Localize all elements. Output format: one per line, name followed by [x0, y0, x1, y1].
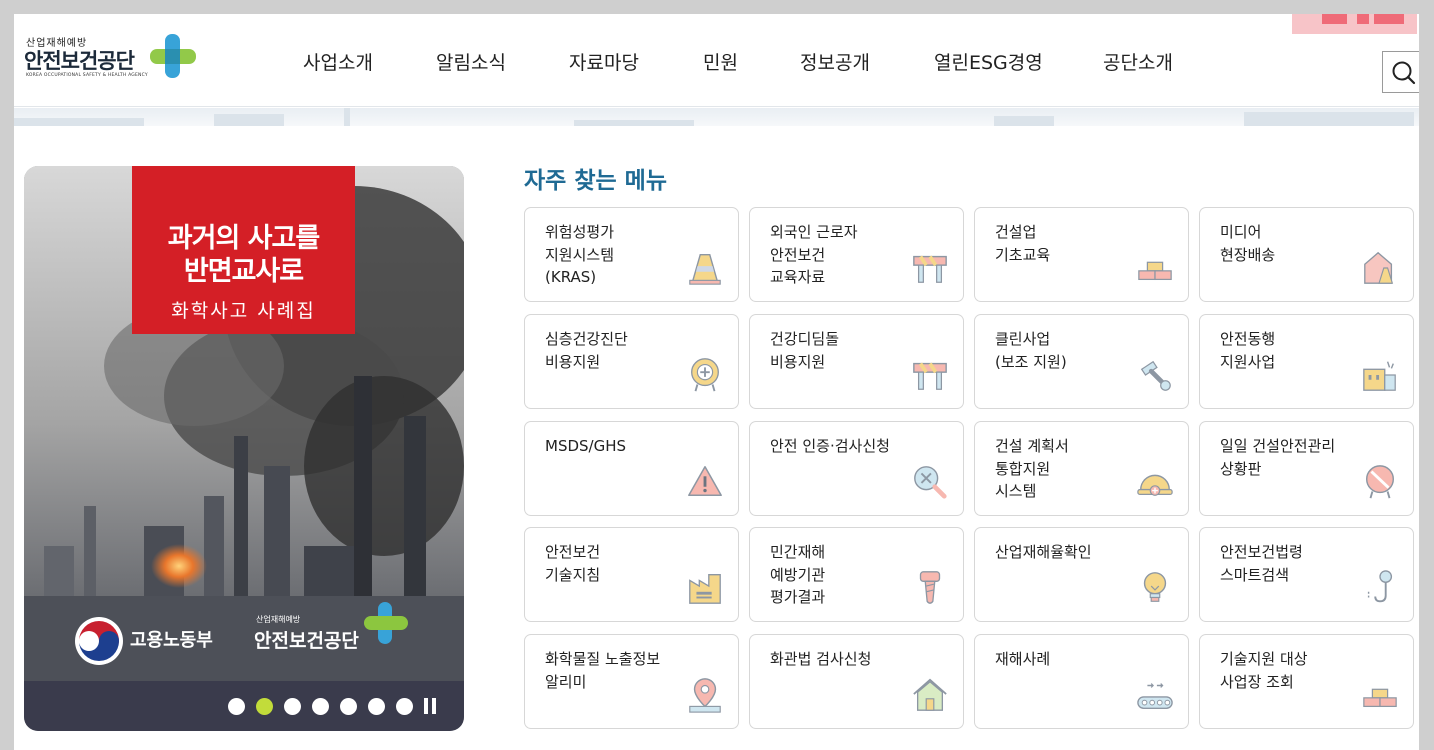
quick-menu-label: 건설 계획서 통합지원 시스템 — [995, 437, 1069, 500]
quick-menu-daily-construction[interactable]: 일일 건설안전관리 상황판 — [1199, 421, 1414, 516]
quick-menu-label: 일일 건설안전관리 상황판 — [1220, 437, 1336, 478]
helmet-icon — [1137, 474, 1173, 496]
nav-item-disclosure[interactable]: 정보공개 — [800, 48, 870, 75]
quick-menu-label: 안전보건법령 스마트검색 — [1220, 543, 1303, 584]
quick-menu-health-stepping[interactable]: 건강디딤돌 비용지원 — [749, 314, 964, 409]
logo-title: 안전보건공단 — [24, 49, 135, 73]
main-banner-slider[interactable]: 과거의 사고를 반면교사로 화학사고 사례집 고용노동부 산업재해예방 안전보건… — [24, 166, 464, 731]
quick-menu-label: 산업재해율확인 — [995, 543, 1092, 561]
slide-dot-1[interactable] — [228, 698, 245, 715]
top-banner-strip — [1292, 14, 1417, 34]
lightbulb-icon — [1143, 572, 1167, 602]
screws-icon — [1140, 360, 1171, 391]
site-logo[interactable]: 산업재해예방 안전보건공단 KOREA OCCUPATIONAL SAFETY … — [24, 32, 196, 82]
quick-menu-media[interactable]: 미디어 현장배송 — [1199, 207, 1414, 302]
crane-hook-icon — [1367, 570, 1393, 603]
quick-menu-label: MSDS/GHS — [545, 437, 627, 455]
slide-dot-3[interactable] — [284, 698, 301, 715]
magnifier-tools-icon — [914, 466, 947, 499]
quick-menu-foreign-worker[interactable]: 외국인 근로자 안전보건 교육자료 — [749, 207, 964, 302]
quick-menu-tech-guide[interactable]: 안전보건 기술지침 — [524, 527, 739, 622]
quick-menu-label: 화관법 검사신청 — [770, 650, 872, 668]
quick-menu-accident-cases[interactable]: 재해사례 — [974, 634, 1189, 729]
slide-dot-4[interactable] — [312, 698, 329, 715]
quick-menu-label: 클린사업 (보조 지원) — [995, 330, 1067, 371]
quick-menu-label: 심층건강진단 비용지원 — [545, 330, 628, 371]
no-entry-sign-icon — [1365, 465, 1395, 499]
building-icon — [1363, 361, 1396, 391]
quick-menu-title: 자주 찾는 메뉴 — [524, 168, 667, 194]
slider-controls — [24, 681, 464, 731]
quick-menu-msds[interactable]: MSDS/GHS — [524, 421, 739, 516]
bolt-icon — [919, 571, 941, 604]
banner-headline: 과거의 사고를 반면교사로 — [132, 222, 355, 288]
quick-menu-label: 재해사례 — [995, 650, 1051, 668]
quick-menu-clean-business[interactable]: 클린사업 (보조 지원) — [974, 314, 1189, 409]
banner-agency-name: 안전보건공단 — [254, 630, 359, 652]
banner-subline: 화학사고 사례집 — [171, 300, 316, 322]
quick-menu-label: 안전보건 기술지침 — [545, 543, 601, 584]
barrier-icon — [913, 255, 947, 283]
search-button[interactable] — [1382, 51, 1419, 93]
medical-badge-icon — [691, 358, 719, 392]
logo-english: KOREA OCCUPATIONAL SAFETY & HEALTH AGENC… — [26, 73, 148, 78]
quick-menu-label: 민간재해 예방기관 평가결과 — [770, 543, 826, 606]
barrier-icon — [913, 362, 947, 390]
quick-menu-label: 위험성평가 지원시스템 (KRAS) — [545, 223, 615, 286]
quick-menu-label: 기술지원 대상 사업장 조회 — [1220, 650, 1308, 691]
warning-icon — [688, 466, 722, 497]
nav-item-news[interactable]: 알림소식 — [436, 48, 506, 75]
bricks-icon — [1363, 688, 1397, 708]
house-cone-icon — [1364, 251, 1394, 284]
quick-menu-label: 건강디딤돌 비용지원 — [770, 330, 840, 371]
quick-menu-certification[interactable]: 안전 인증·검사신청 — [749, 421, 964, 516]
map-pin-icon — [689, 678, 721, 713]
quick-menu-label: 미디어 현장배송 — [1220, 223, 1276, 264]
quick-menu-label: 화학물질 노출정보 알리미 — [545, 650, 661, 691]
nav-item-business[interactable]: 사업소개 — [303, 48, 373, 75]
quick-menu-safety-companion[interactable]: 안전동행 지원사업 — [1199, 314, 1414, 409]
agency-cross-icon — [364, 602, 408, 644]
slide-dot-5[interactable] — [340, 698, 357, 715]
nav-item-about[interactable]: 공단소개 — [1103, 48, 1173, 75]
site-header: 산업재해예방 안전보건공단 KOREA OCCUPATIONAL SAFETY … — [14, 14, 1419, 107]
quick-menu-tech-support[interactable]: 기술지원 대상 사업장 조회 — [1199, 634, 1414, 729]
quick-menu-label: 외국인 근로자 안전보건 교육자료 — [770, 223, 858, 286]
quick-menu-private-agency[interactable]: 민간재해 예방기관 평가결과 — [749, 527, 964, 622]
slide-dot-2-active[interactable] — [256, 698, 273, 715]
bricks-icon — [1138, 261, 1172, 281]
quick-menu-law-search[interactable]: 안전보건법령 스마트검색 — [1199, 527, 1414, 622]
banner-agency-subtitle: 산업재해예방 — [256, 615, 301, 624]
nav-item-civil[interactable]: 민원 — [703, 48, 738, 75]
quick-menu-label: 건설업 기초교육 — [995, 223, 1051, 264]
slide-dot-6[interactable] — [368, 698, 385, 715]
quick-menu-label: 안전동행 지원사업 — [1220, 330, 1276, 371]
conveyor-icon — [1137, 683, 1173, 709]
nav-item-resources[interactable]: 자료마당 — [569, 48, 639, 75]
banner-headline-line-2: 반면교사로 — [183, 256, 304, 287]
header-background-strip — [14, 108, 1419, 126]
logo-cross-icon — [150, 34, 196, 78]
quick-menu-chemical-exposure[interactable]: 화학물질 노출정보 알리미 — [524, 634, 739, 729]
quick-menu-accident-rate[interactable]: 산업재해율확인 — [974, 527, 1189, 622]
search-icon — [1392, 61, 1416, 85]
factory-icon — [689, 574, 721, 604]
quick-menu-label: 안전 인증·검사신청 — [770, 437, 890, 455]
nav-item-esg[interactable]: 열린ESG경영 — [934, 48, 1043, 75]
quick-menu-chemical-inspection[interactable]: 화관법 검사신청 — [749, 634, 964, 729]
traffic-cone-icon — [689, 253, 721, 285]
quick-menu-construction-plan[interactable]: 건설 계획서 통합지원 시스템 — [974, 421, 1189, 516]
pause-button[interactable] — [424, 698, 438, 714]
slide-dot-7[interactable] — [396, 698, 413, 715]
quick-menu-health-exam[interactable]: 심층건강진단 비용지원 — [524, 314, 739, 409]
quick-menu-kras[interactable]: 위험성평가 지원시스템 (KRAS) — [524, 207, 739, 302]
ministry-name: 고용노동부 — [130, 630, 213, 651]
quick-menu-construction-edu[interactable]: 건설업 기초교육 — [974, 207, 1189, 302]
page-frame: 산업재해예방 안전보건공단 KOREA OCCUPATIONAL SAFETY … — [14, 14, 1419, 750]
ministry-emblem-icon — [75, 617, 123, 665]
home-icon — [913, 678, 947, 711]
banner-headline-box: 과거의 사고를 반면교사로 화학사고 사례집 — [132, 166, 355, 334]
banner-headline-line-1: 과거의 사고를 — [167, 223, 320, 254]
